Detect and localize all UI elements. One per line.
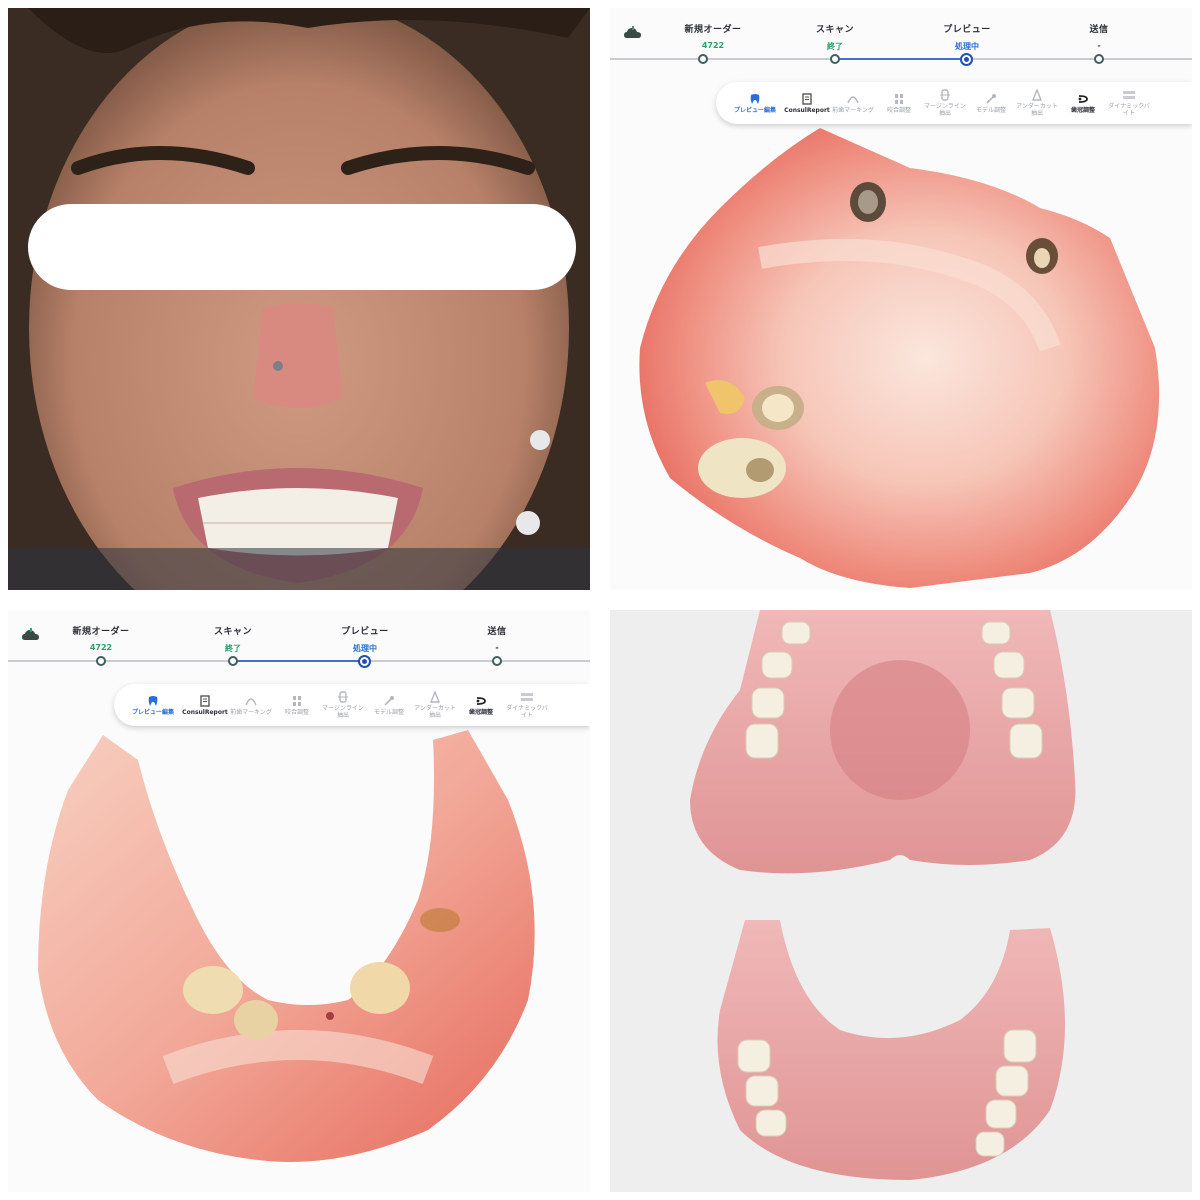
step-send[interactable]: 送信 - <box>452 624 542 652</box>
tool-model-adjust[interactable]: モデル調整 <box>366 686 412 724</box>
order-stepper: 新規オーダー 4722 スキャン 終了 プレビュー 処理中 送信 - <box>610 8 1192 70</box>
occlusion-icon <box>290 695 304 707</box>
complete-dentures-image <box>610 610 1192 1192</box>
denture-photo <box>610 610 1192 1192</box>
tool-crown-adjust[interactable]: 歯冠調整 <box>1060 84 1106 122</box>
report-icon <box>198 694 212 707</box>
tool-preview-edit[interactable]: プレビュー編集 <box>124 686 182 724</box>
cloud-logo-icon <box>622 22 644 44</box>
tool-margin-line[interactable]: マージンライン抽出 <box>320 686 366 724</box>
tooth-icon <box>748 93 762 105</box>
step-node-new-order <box>698 54 708 64</box>
scanner-window-lower: 新規オーダー 4722 スキャン 終了 プレビュー 処理中 送信 - プレビュー… <box>8 610 590 1192</box>
arch-icon <box>244 695 258 707</box>
progress-fill <box>835 58 967 60</box>
tool-undercut[interactable]: アンダーカット抽出 <box>1014 84 1060 122</box>
tool-crown-adjust[interactable]: 歯冠調整 <box>458 686 504 724</box>
undercut-icon <box>1030 89 1044 101</box>
step-preview[interactable]: プレビュー 処理中 <box>922 22 1012 52</box>
undercut-icon <box>428 691 442 703</box>
crown-icon <box>474 695 488 707</box>
scanner-window-upper: 新規オーダー 4722 スキャン 終了 プレビュー 処理中 送信 - プレビュー… <box>610 8 1192 590</box>
margin-line-icon <box>336 691 350 703</box>
dynamic-bite-icon <box>520 691 534 703</box>
step-new-order[interactable]: 新規オーダー 4722 <box>56 624 146 652</box>
tool-undercut[interactable]: アンダーカット抽出 <box>412 686 458 724</box>
crown-icon <box>1076 93 1090 105</box>
tool-preview-edit[interactable]: プレビュー編集 <box>726 84 784 122</box>
order-stepper: 新規オーダー 4722 スキャン 終了 プレビュー 処理中 送信 - <box>8 610 590 672</box>
step-node-new-order <box>96 656 106 666</box>
privacy-blur-bar <box>28 204 576 290</box>
tool-consul-report[interactable]: ConsulReport <box>182 686 228 724</box>
order-number: 4722 <box>89 643 113 652</box>
tool-dynamic-bite[interactable]: ダイナミックバイト <box>504 686 550 724</box>
tool-occlusion[interactable]: 咬合調整 <box>876 84 922 122</box>
tool-anterior-marking[interactable]: 前歯マーキング <box>830 84 876 122</box>
model-icon <box>382 695 396 707</box>
step-scan[interactable]: スキャン 終了 <box>790 22 880 52</box>
lower-arch-scan <box>38 730 535 1162</box>
step-node-send <box>1094 54 1104 64</box>
step-node-scan <box>830 54 840 64</box>
tool-anterior-marking[interactable]: 前歯マーキング <box>228 686 274 724</box>
margin-line-icon <box>938 89 952 101</box>
patient-face-image <box>8 8 590 590</box>
tool-dynamic-bite[interactable]: ダイナミックバイト <box>1106 84 1152 122</box>
tooth-icon <box>146 695 160 707</box>
step-new-order[interactable]: 新規オーダー 4722 <box>668 22 758 50</box>
step-node-preview <box>962 55 971 64</box>
arch-icon <box>846 93 860 105</box>
tool-margin-line[interactable]: マージンライン抽出 <box>922 84 968 122</box>
model-icon <box>984 93 998 105</box>
cloud-logo-icon <box>20 624 42 646</box>
report-icon <box>800 92 814 105</box>
tool-model-adjust[interactable]: モデル調整 <box>968 84 1014 122</box>
tool-occlusion[interactable]: 咬合調整 <box>274 686 320 724</box>
step-scan[interactable]: スキャン 終了 <box>188 624 278 654</box>
order-number: 4722 <box>701 41 725 50</box>
step-send[interactable]: 送信 - <box>1054 22 1144 50</box>
step-node-send <box>492 656 502 666</box>
tool-consul-report[interactable]: ConsulReport <box>784 84 830 122</box>
step-node-preview <box>360 657 369 666</box>
occlusion-icon <box>892 93 906 105</box>
upper-arch-scan <box>639 128 1160 588</box>
progress-fill <box>233 660 365 662</box>
step-node-scan <box>228 656 238 666</box>
patient-face-photo <box>8 8 590 590</box>
dynamic-bite-icon <box>1122 89 1136 101</box>
step-preview[interactable]: プレビュー 処理中 <box>320 624 410 654</box>
